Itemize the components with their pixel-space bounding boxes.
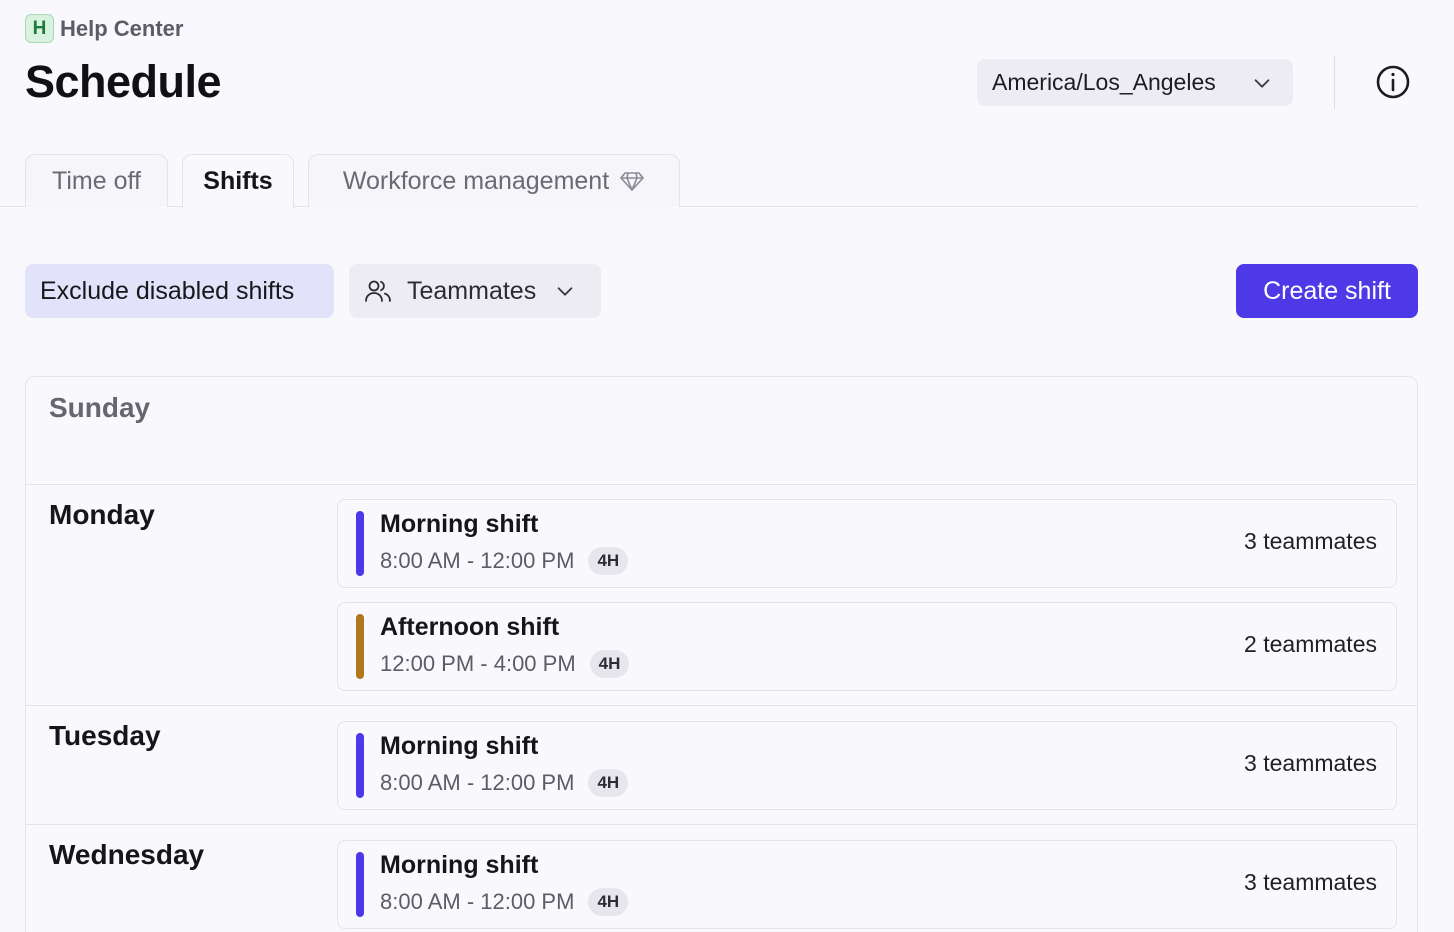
chevron-down-icon [1254, 78, 1270, 88]
shift-time-range: 8:00 AM - 12:00 PM 4H [380, 547, 629, 575]
chevron-down-icon [557, 287, 573, 296]
shift-card[interactable]: Morning shift 8:00 AM - 12:00 PM 4H 3 te… [337, 721, 1397, 810]
shift-card[interactable]: Afternoon shift 12:00 PM - 4:00 PM 4H 2 … [337, 602, 1397, 691]
shift-time-range: 8:00 AM - 12:00 PM 4H [380, 769, 629, 797]
create-shift-button[interactable]: Create shift [1236, 264, 1418, 318]
teammate-count: 3 teammates [1244, 750, 1377, 776]
day-name: Tuesday [49, 720, 161, 751]
shift-time: 8:00 AM - 12:00 PM [380, 548, 575, 573]
duration-badge: 4H [588, 888, 629, 916]
shift-color-bar [356, 511, 364, 576]
shift-color-bar [356, 733, 364, 798]
day-row-wednesday: Wednesday Morning shift 8:00 AM - 12:00 … [26, 824, 1417, 932]
weekly-schedule: Sunday Monday Morning shift 8:00 AM - 12… [25, 376, 1418, 932]
info-icon [1376, 65, 1410, 99]
exclude-disabled-shifts-toggle[interactable]: Exclude disabled shifts [25, 264, 334, 318]
exclude-label: Exclude disabled shifts [40, 276, 295, 305]
timezone-select[interactable]: America/Los_Angeles [977, 59, 1293, 106]
page-title: Schedule [25, 56, 222, 107]
workspace-badge: H [25, 14, 54, 43]
shift-name: Morning shift [380, 732, 539, 760]
teammate-count: 2 teammates [1244, 631, 1377, 657]
duration-badge: 4H [588, 547, 629, 575]
day-name: Wednesday [49, 839, 205, 870]
teammates-label: Teammates [407, 276, 537, 305]
tab-workforce-management[interactable]: Workforce management [308, 154, 680, 207]
shift-color-bar [356, 614, 364, 679]
tab-label: Time off [52, 166, 141, 195]
people-icon [365, 280, 391, 302]
shift-time-range: 8:00 AM - 12:00 PM 4H [380, 888, 629, 916]
shift-time: 8:00 AM - 12:00 PM [380, 889, 575, 914]
shift-card[interactable]: Morning shift 8:00 AM - 12:00 PM 4H 3 te… [337, 840, 1397, 929]
tab-time-off[interactable]: Time off [25, 154, 168, 207]
schedule-page: H Help Center Schedule America/Los_Angel… [0, 0, 1454, 932]
workspace-switcher[interactable]: H Help Center [25, 14, 183, 43]
shift-time-range: 12:00 PM - 4:00 PM 4H [380, 650, 630, 678]
day-row-sunday: Sunday [26, 377, 1417, 485]
day-row-monday: Monday Morning shift 8:00 AM - 12:00 PM … [26, 484, 1417, 705]
diamond-icon [620, 172, 644, 191]
shift-name: Morning shift [380, 851, 539, 879]
shift-name: Morning shift [380, 510, 539, 538]
info-button[interactable] [1374, 63, 1412, 101]
timezone-value: America/Los_Angeles [992, 69, 1216, 95]
teammates-filter[interactable]: Teammates [349, 264, 601, 318]
shift-card[interactable]: Morning shift 8:00 AM - 12:00 PM 4H 3 te… [337, 499, 1397, 588]
header-divider [1334, 56, 1335, 109]
tab-shifts[interactable]: Shifts [182, 154, 294, 208]
day-row-tuesday: Tuesday Morning shift 8:00 AM - 12:00 PM… [26, 705, 1417, 824]
duration-badge: 4H [588, 769, 629, 797]
tab-label: Shifts [203, 167, 273, 195]
shift-color-bar [356, 852, 364, 917]
teammate-count: 3 teammates [1244, 528, 1377, 554]
workspace-name: Help Center [60, 15, 184, 41]
duration-badge: 4H [589, 650, 630, 678]
create-shift-label: Create shift [1263, 276, 1391, 305]
shift-name: Afternoon shift [380, 613, 560, 641]
day-name: Monday [49, 499, 155, 530]
teammate-count: 3 teammates [1244, 869, 1377, 895]
shift-time: 12:00 PM - 4:00 PM [380, 651, 576, 676]
day-name: Sunday [49, 392, 151, 423]
tab-label: Workforce management [342, 166, 610, 195]
shift-time: 8:00 AM - 12:00 PM [380, 770, 575, 795]
